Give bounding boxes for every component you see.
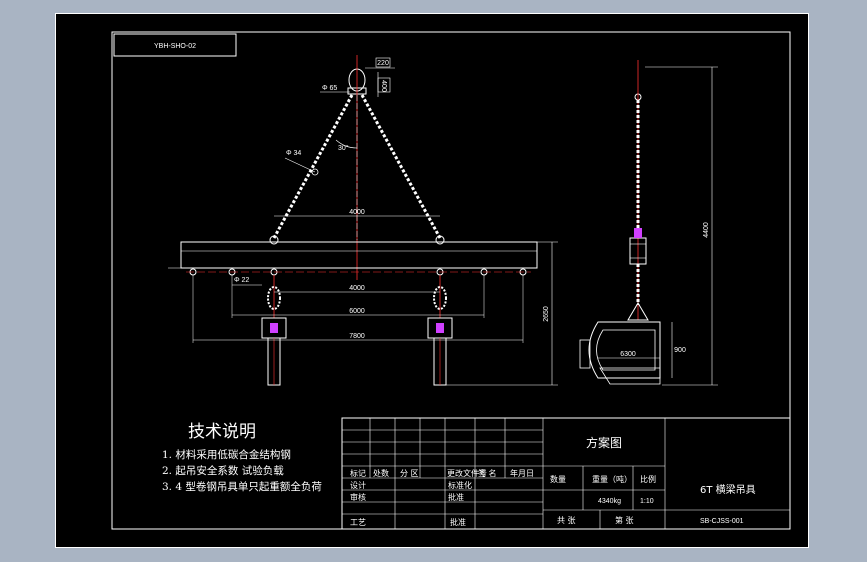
dim-beam-span-inner: 4000 [349, 209, 365, 216]
side-view [579, 60, 661, 385]
dim-chain-dia: Φ 34 [286, 150, 301, 157]
dim-side-width: 6300 [620, 351, 636, 358]
title-block: 标记 处数 分 区 更改文件号 签 名 年月日 设计 标准化 审核 批准 工艺 … [341, 417, 791, 530]
tb-weight-val: 4340kg [598, 498, 621, 505]
tb-zone: 分 区 [400, 469, 419, 478]
tb-scale-val: 1:10 [640, 498, 654, 505]
tb-mark: 标记 [350, 468, 366, 478]
tech-notes-title: 技术说明 [188, 422, 256, 442]
dim-height-total: 4400 [703, 222, 710, 238]
cad-drawing: YBH-SHO-02 220 400 Φ 65 30° Φ 34 4000 Φ … [111, 31, 791, 530]
beam [168, 235, 538, 276]
tech-note-1: 1. 材料采用低碳合金结构钢 [162, 448, 291, 461]
dim-hook-dia: Φ 22 [234, 277, 249, 284]
dim-side-h: 900 [674, 347, 686, 354]
chain-right [360, 94, 442, 239]
cad-viewport: YBH-SHO-02 220 400 Φ 65 30° Φ 34 4000 Φ … [0, 0, 867, 562]
dim-top-w: 220 [377, 60, 389, 67]
dim-height-side: 2650 [543, 306, 550, 322]
tb-qty: 数量 [550, 474, 566, 484]
tb-approve: 批准 [448, 492, 464, 502]
drawing-code: YBH-SHO-02 [154, 43, 196, 50]
tech-notes: 技术说明 1. 材料采用低碳合金结构钢 2. 起吊安全系数 试验负载 3. 4 … [162, 422, 322, 493]
tech-note-2: 2. 起吊安全系数 试验负载 [162, 464, 284, 477]
tb-sheets: 共 张 [557, 516, 576, 525]
tb-count: 处数 [373, 468, 389, 478]
dim-ring-dia: Φ 65 [322, 85, 337, 92]
dim-span-mid: 6000 [349, 308, 365, 315]
tb-product: 6T 横梁吊具 [700, 483, 756, 496]
hook-left [261, 275, 287, 386]
tech-note-3: 3. 4 型卷钢吊具单只起重额全负荷 [162, 480, 322, 493]
tb-check: 审核 [350, 492, 366, 502]
dim-hook-span: 4000 [349, 285, 365, 292]
dim-top-h: 400 [380, 80, 387, 92]
chain-left [272, 94, 354, 239]
tb-sheet-no: 第 张 [615, 515, 634, 525]
tb-std: 标准化 [448, 480, 472, 490]
dim-angle: 30° [338, 144, 349, 152]
tb-weight: 重量（吨） [592, 474, 632, 484]
tb-craft: 工艺 [350, 518, 366, 527]
tb-approve2: 批准 [450, 517, 466, 527]
tb-code: SB-CJSS-001 [700, 518, 744, 525]
dim-span-total: 7800 [349, 333, 365, 340]
tb-date: 年月日 [510, 468, 534, 478]
tb-drawing-name: 方案图 [586, 435, 622, 450]
tb-sign: 签 名 [478, 468, 497, 478]
tb-design: 设计 [350, 480, 366, 490]
tb-scale: 比例 [640, 474, 656, 484]
hook-right [427, 275, 453, 386]
